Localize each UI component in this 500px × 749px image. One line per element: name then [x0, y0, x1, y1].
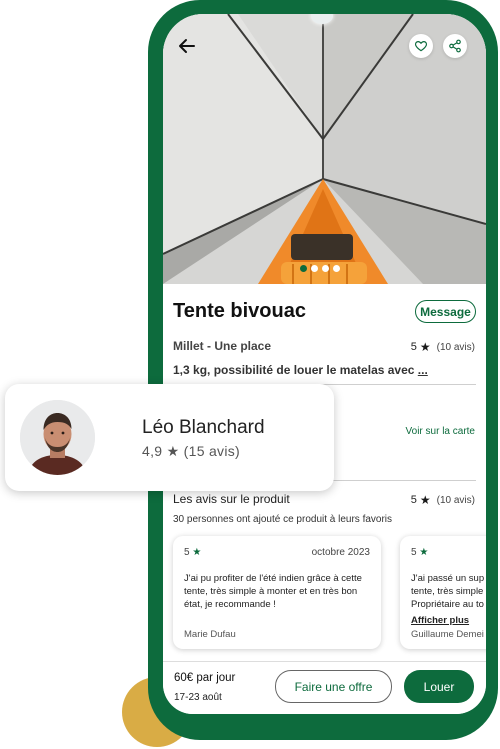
avatar	[20, 400, 95, 475]
star-icon: ★	[166, 443, 180, 459]
reviews-section-title: Les avis sur le produit	[173, 492, 290, 506]
rating-value: 5	[410, 341, 417, 353]
review-date: octobre 2023	[311, 547, 370, 558]
rating-value: 5	[410, 494, 417, 506]
price-label: 60€ par jour	[174, 672, 236, 684]
map-link[interactable]: Voir sur la carte	[406, 426, 475, 437]
page-dot[interactable]	[322, 265, 329, 272]
reviews-count: (10 avis)	[436, 494, 475, 506]
owner-name: Léo Blanchard	[142, 417, 265, 438]
page-dot[interactable]	[311, 265, 318, 272]
make-offer-button[interactable]: Faire une offre	[275, 670, 392, 703]
review-card[interactable]: 5 ★ octobre 2023 J'ai pu profiter de l'é…	[173, 536, 381, 649]
description-more-link[interactable]: ...	[418, 363, 428, 377]
reviews-rating: 5 ★ (10 avis)	[411, 493, 475, 507]
owner-card[interactable]: Léo Blanchard 4,9 ★ (15 avis)	[5, 384, 334, 491]
share-button[interactable]	[443, 34, 467, 58]
product-description: 1,3 kg, possibilité de louer le matelas …	[173, 363, 428, 377]
dates-label: 17-23 août	[174, 692, 222, 703]
review-rating: 5 ★	[411, 547, 429, 558]
favorites-info: 30 personnes ont ajouté ce produit à leu…	[173, 514, 393, 525]
favorite-button[interactable]	[409, 34, 433, 58]
share-icon	[449, 39, 461, 53]
page-dot[interactable]	[333, 265, 340, 272]
review-author: Marie Dufau	[184, 629, 236, 640]
star-icon: ★	[419, 547, 429, 558]
star-icon: ★	[192, 547, 202, 558]
review-text: J'ai pu profiter de l'été indien grâce à…	[184, 573, 362, 610]
message-button[interactable]: Message	[415, 300, 476, 323]
arrow-left-icon[interactable]	[175, 34, 199, 58]
review-card[interactable]: 5 ★ J'ai passé un sup tente, très simple…	[400, 536, 486, 649]
image-pagination[interactable]	[300, 265, 340, 272]
bottom-action-bar: 60€ par jour 17-23 août Faire une offre …	[163, 661, 486, 714]
star-icon: ★	[419, 340, 431, 354]
review-text: J'ai passé un sup tente, très simple Pro…	[411, 573, 485, 610]
description-text: 1,3 kg, possibilité de louer le matelas …	[173, 363, 415, 377]
owner-rating: 4,9 ★ (15 avis)	[142, 443, 241, 459]
rent-button[interactable]: Louer	[404, 670, 474, 703]
product-rating: 5 ★ (10 avis)	[411, 340, 475, 354]
star-icon: ★	[419, 493, 431, 507]
heart-icon	[414, 41, 428, 52]
review-author: Guillaume Demei	[411, 629, 484, 640]
reviews-count: (10 avis)	[436, 341, 475, 353]
product-subtitle: Millet - Une place	[173, 339, 272, 353]
phone-screen: Tente bivouac Message Millet - Une place…	[163, 14, 486, 714]
review-rating: 5 ★	[184, 547, 202, 558]
tent-photo	[163, 14, 486, 284]
show-more-link[interactable]: Afficher plus	[411, 615, 486, 626]
product-title: Tente bivouac	[173, 300, 306, 322]
page-dot[interactable]	[300, 265, 307, 272]
product-image[interactable]	[163, 14, 486, 284]
